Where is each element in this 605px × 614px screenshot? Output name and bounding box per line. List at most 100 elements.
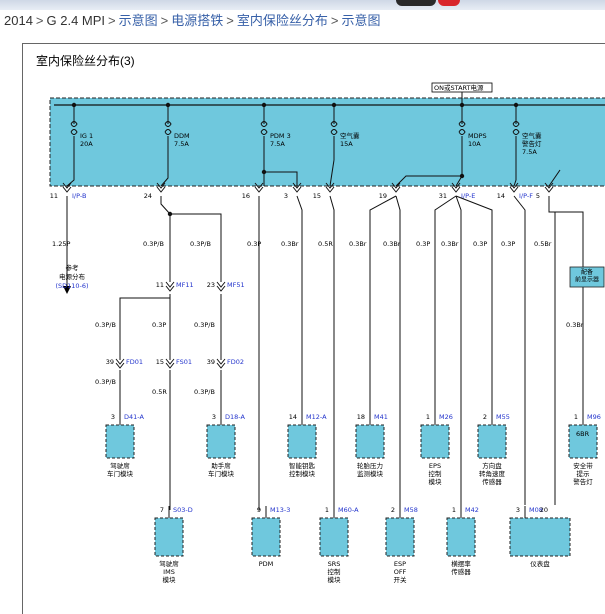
module-mid-label-2: 控制模块: [289, 469, 316, 478]
fuse-rating-2: 7.5A: [270, 140, 285, 148]
wire-label-4: 0.3Br: [281, 240, 299, 248]
wire-label-5: 0.5R: [318, 240, 333, 248]
module-bot-label-1: PDM: [259, 560, 274, 568]
wire-label-14: 0.3P: [152, 321, 166, 329]
module-bot-label-5: 仪表盘: [530, 559, 550, 568]
junction-conn-1: MF51: [227, 281, 245, 289]
module-mid-pin-4: 1: [426, 413, 430, 421]
module-bot-conn-0: S03-D: [173, 506, 193, 514]
bus-label: ON或START电源: [434, 83, 484, 92]
module-bot-pin-0: 7: [160, 506, 164, 514]
module-bot-label-3: 开关: [394, 575, 408, 584]
wiring-diagram: ON或START电源IG 120ADDM7.5APDM 37.5A空气囊15AM…: [49, 82, 605, 584]
wire-label-16: 0.3P/B: [95, 378, 116, 386]
ref-line2: 电源分布: [59, 272, 86, 281]
module-mid-label-0: 驾驶席: [110, 461, 130, 470]
module-mid-label-5: 传感器: [482, 477, 502, 486]
fuse-rating-5: 7.5A: [522, 148, 537, 156]
fuse-name-1: DDM: [174, 132, 190, 140]
module-bot-conn-1: M13-3: [270, 506, 290, 514]
wire-seatbelt: [548, 196, 584, 425]
wire-label-8: 0.3P: [416, 240, 430, 248]
module-mid-label-4: 控制: [429, 469, 443, 478]
pin-number-6: 31: [439, 192, 447, 200]
module-mid-conn-4: M26: [439, 413, 453, 421]
fuse-rating-0: 20A: [80, 140, 93, 148]
pin-number-8: 5: [536, 192, 540, 200]
fuse-name-3: 空气囊: [340, 131, 360, 140]
fuse-rating-1: 7.5A: [174, 140, 189, 148]
module-bot-pin-4: 1: [452, 506, 456, 514]
ref-line1: 参考: [66, 263, 80, 272]
module-mid-label-4: 模块: [429, 477, 443, 486]
fuse-name-4: MDPS: [468, 132, 487, 140]
junction-connector-0: [165, 281, 175, 288]
module-bot-label-3: OFF: [394, 568, 407, 576]
wire-label-2: 0.3P/B: [190, 240, 211, 248]
module-mid-conn-0: D41-A: [124, 413, 144, 421]
ref-line3: (SD110-6): [55, 282, 88, 290]
module-bot-conn-3: M58: [404, 506, 418, 514]
module-mid-pin-6: 1: [574, 413, 578, 421]
pin-conn-0: I/P-B: [72, 192, 86, 200]
junction-conn-2: FD01: [126, 358, 143, 366]
module-mid-label-1: 助手席: [211, 461, 231, 470]
wire-tpms: [369, 195, 397, 425]
module-mid-label-3: 监测模块: [357, 469, 384, 478]
module-bot-conn-2: M60-A: [338, 506, 359, 514]
fuse-name-5: 空气囊: [522, 131, 542, 140]
pin-number-3: 3: [284, 192, 288, 200]
module-mid-label-6: 安全带: [573, 461, 593, 470]
module-bot-label-0: IMS: [163, 568, 175, 576]
wire-label-10: 0.3P: [473, 240, 487, 248]
module-mid-label-5: 转角速度: [479, 469, 506, 478]
module-mid-box: [420, 424, 450, 459]
module-mid-conn-6: M96: [587, 413, 601, 421]
module-bot-box: [154, 517, 184, 557]
pin-number-2: 16: [242, 192, 250, 200]
module-mid-box: [206, 424, 236, 459]
module-mid-conn-2: M12-A: [306, 413, 327, 421]
junction-num-1: 23: [207, 281, 215, 289]
module-bot-pin-3: 2: [391, 506, 395, 514]
module-mid-box: [105, 424, 135, 459]
wire-ddm-left: [160, 196, 171, 282]
module-bot-pin-1: 9: [257, 506, 261, 514]
module-bot-label-0: 模块: [163, 575, 177, 584]
module-mid-label-3: 轮胎压力: [357, 461, 383, 470]
wire-label-0: 1.25P: [52, 240, 70, 248]
wire-label-15: 0.3P/B: [194, 321, 215, 329]
module-bot-label-2: 控制: [328, 567, 342, 576]
module-bot-label-2: 模块: [328, 575, 342, 584]
module-mid-label-6: 提示: [577, 469, 591, 478]
module-mid-conn-1: D18-A: [225, 413, 245, 421]
module-bot-box: [251, 517, 281, 557]
module-mid-box: [287, 424, 317, 459]
module-bot-label-3: ESP: [394, 560, 406, 568]
option-box-label: 配备: [581, 268, 593, 276]
junction-conn-4: FD02: [227, 358, 244, 366]
module-mid-pin-3: 18: [357, 413, 365, 421]
module-bot-label-4: 传感器: [451, 567, 471, 576]
module-mid-label-0: 车门模块: [107, 469, 134, 478]
wire-label-7: 0.3Br: [383, 240, 401, 248]
junction-connector-1: [216, 281, 226, 288]
fuse-rating-4: 10A: [468, 140, 481, 148]
pin-number-7: 14: [497, 192, 505, 200]
wire-label-3: 0.3P: [247, 240, 261, 248]
wire-cluster-2: [549, 211, 556, 505]
module-bot-label-2: SRS: [328, 560, 341, 568]
module-mid-conn-3: M41: [374, 413, 388, 421]
wire-cluster: [513, 195, 526, 505]
wire-label-9: 0.3Br: [441, 240, 459, 248]
pin-number-5: 19: [379, 192, 387, 200]
module-mid-box: [477, 424, 507, 459]
module-mid-pin-5: 2: [483, 413, 487, 421]
module-mid-pin-1: 3: [212, 413, 216, 421]
junction-num-4: 39: [207, 358, 215, 366]
fuse-name-5: 警告灯: [522, 139, 542, 148]
module-bot-label-4: 横摆率: [451, 559, 471, 568]
fuse-rating-3: 15A: [340, 140, 353, 148]
junction-conn-0: MF11: [176, 281, 194, 289]
module-bot-box: [509, 517, 571, 557]
